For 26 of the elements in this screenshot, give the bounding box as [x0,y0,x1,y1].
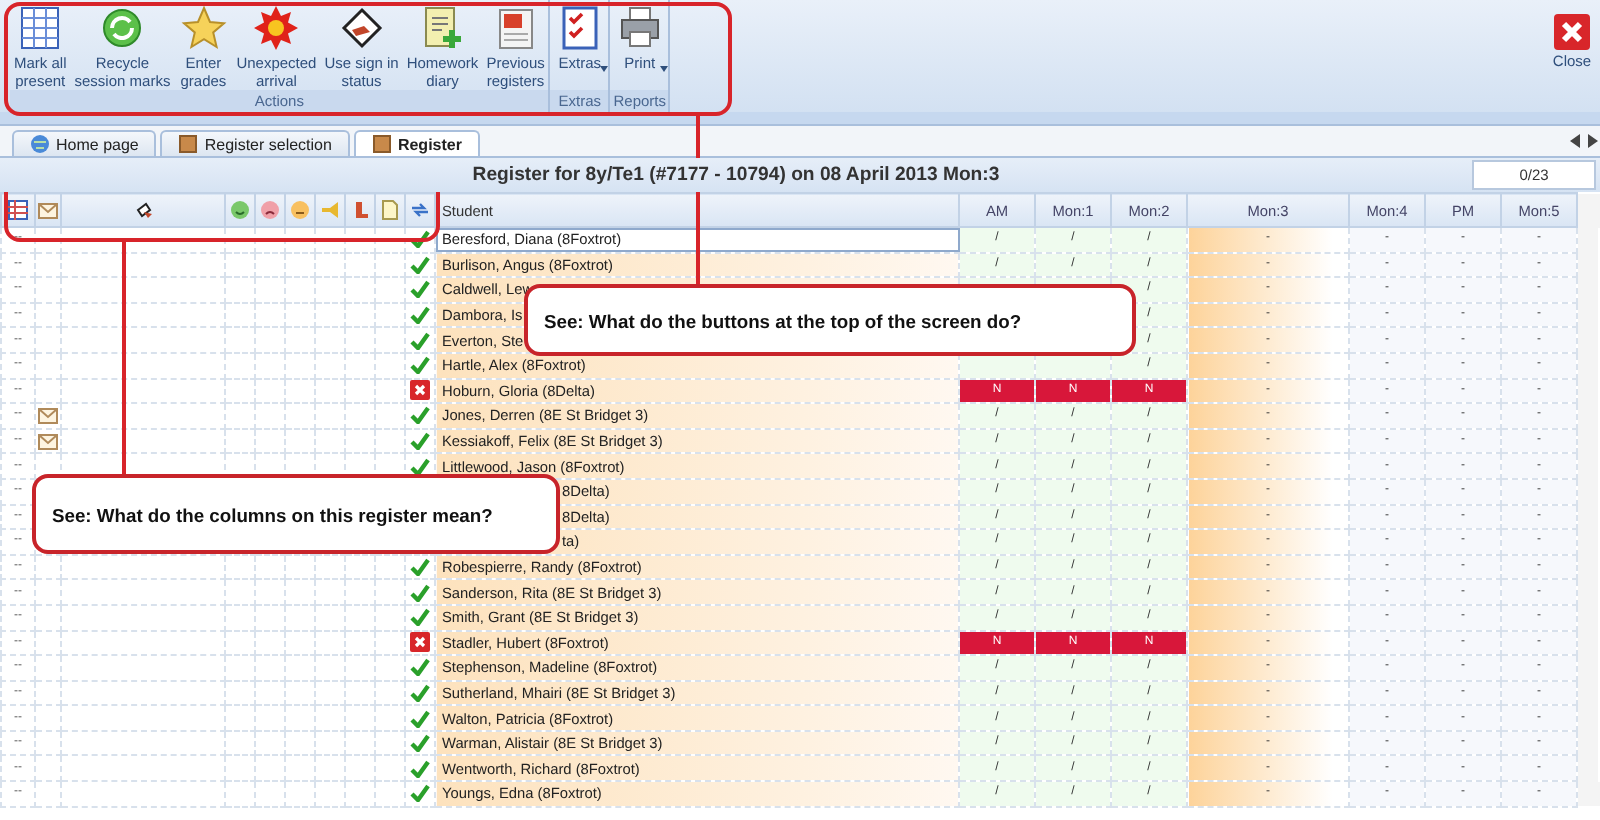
printer-icon [615,4,664,52]
right-arrow-icon[interactable] [1588,134,1598,148]
globe-icon [30,134,50,154]
tab[interactable]: Register selection [160,130,350,156]
recycle-icon [98,4,147,52]
tab[interactable]: Register [353,130,480,156]
sign-icon [133,200,153,220]
envelope-icon [38,200,58,220]
document-icon [380,200,400,220]
neutral-face-icon [290,200,310,220]
help-tooltip: See: What do the columns on this register mean? [32,474,560,554]
sign-icon [337,4,386,52]
star-icon [179,4,228,52]
frown-face-icon [260,200,280,220]
arrows-icon [410,200,430,220]
burst-icon [252,4,301,52]
close-icon [1552,12,1592,52]
grid-icon [16,4,65,52]
left-arrow-icon[interactable] [1570,134,1580,148]
columns-icon [8,200,28,220]
trumpet-icon [320,200,340,220]
smile-face-icon [230,200,250,220]
book-icon [178,134,199,154]
tab[interactable]: Home page [12,130,157,156]
register-title: Register for 8y/Te1 (#7177 - 10794) on 08 April 2013 Mon:3 [470,164,1002,186]
book-icon [371,134,392,154]
